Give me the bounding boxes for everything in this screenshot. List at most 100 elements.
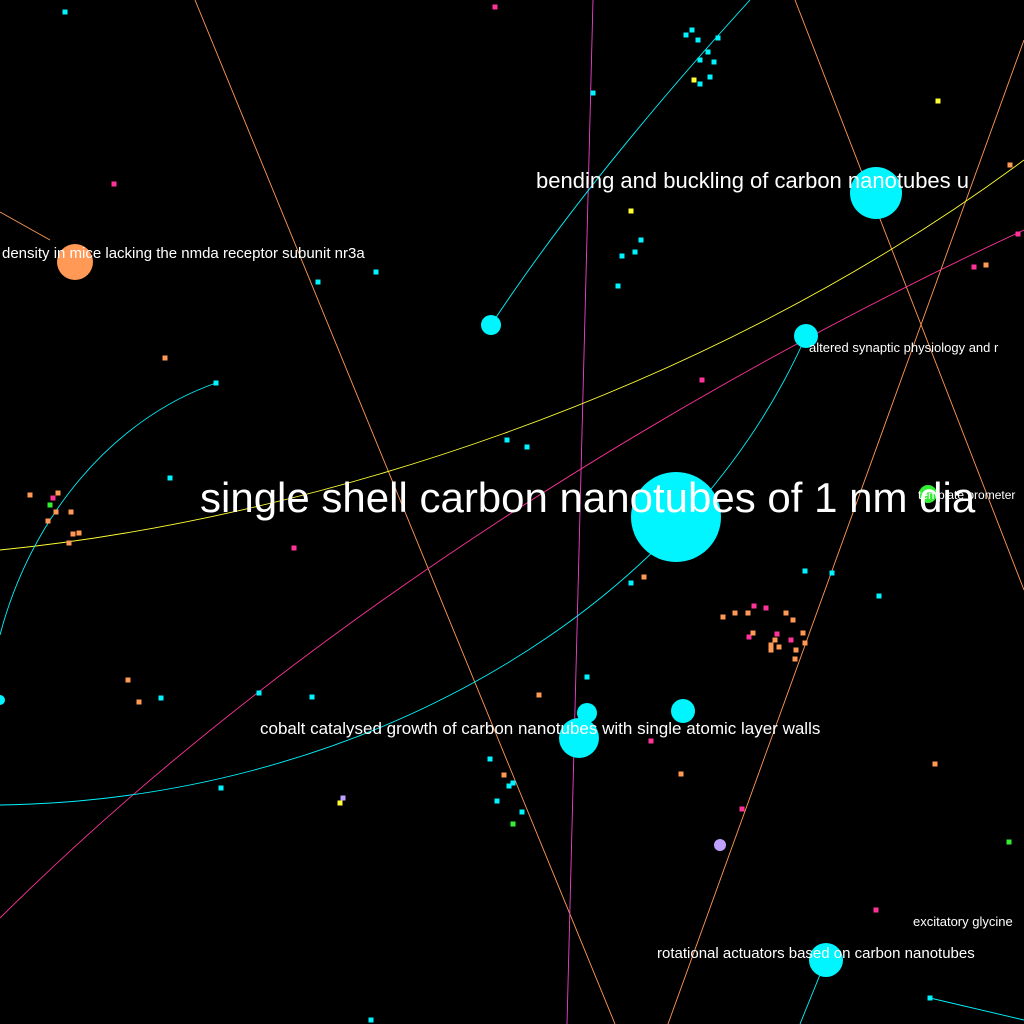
small-node[interactable] — [983, 262, 989, 268]
small-node[interactable] — [492, 4, 498, 10]
small-node[interactable] — [793, 647, 799, 653]
small-node[interactable] — [935, 98, 941, 104]
small-node[interactable] — [62, 9, 68, 15]
small-node[interactable] — [641, 574, 647, 580]
small-node[interactable] — [125, 677, 131, 683]
node-lavender[interactable] — [714, 839, 726, 851]
small-node[interactable] — [1006, 839, 1012, 845]
small-node[interactable] — [615, 283, 621, 289]
label-nmda-receptor[interactable]: density in mice lacking the nmda recepto… — [2, 245, 365, 262]
small-node[interactable] — [774, 631, 780, 637]
small-node[interactable] — [876, 593, 882, 599]
small-node[interactable] — [695, 37, 701, 43]
small-node[interactable] — [53, 509, 59, 515]
small-node[interactable] — [783, 610, 789, 616]
citation-network-graph[interactable]: single shell carbon nanotubes of 1 nm di… — [0, 0, 1024, 1024]
small-node[interactable] — [590, 90, 596, 96]
small-node[interactable] — [167, 475, 173, 481]
small-node[interactable] — [1007, 162, 1013, 168]
small-node[interactable] — [699, 377, 705, 383]
small-node[interactable] — [619, 253, 625, 259]
small-node[interactable] — [697, 81, 703, 87]
small-node[interactable] — [309, 694, 315, 700]
small-node[interactable] — [802, 640, 808, 646]
small-node[interactable] — [689, 27, 695, 33]
small-node[interactable] — [628, 580, 634, 586]
small-node[interactable] — [745, 610, 751, 616]
small-node[interactable] — [697, 57, 703, 63]
small-node[interactable] — [524, 444, 530, 450]
small-node[interactable] — [711, 59, 717, 65]
small-node[interactable] — [683, 32, 689, 38]
small-node[interactable] — [45, 518, 51, 524]
small-node[interactable] — [27, 492, 33, 498]
label-altered-synaptic[interactable]: altered synaptic physiology and r — [809, 340, 999, 355]
small-node[interactable] — [158, 695, 164, 701]
small-node[interactable] — [218, 785, 224, 791]
small-node[interactable] — [368, 1017, 374, 1023]
small-node[interactable] — [772, 637, 778, 643]
small-node[interactable] — [256, 690, 262, 696]
small-node[interactable] — [720, 614, 726, 620]
label-single-shell-nanotubes[interactable]: single shell carbon nanotubes of 1 nm di… — [200, 474, 976, 521]
small-node[interactable] — [768, 647, 774, 653]
small-node[interactable] — [66, 540, 72, 546]
small-node[interactable] — [763, 605, 769, 611]
label-excitatory-glycine[interactable]: excitatory glycine — [913, 914, 1013, 929]
small-node[interactable] — [927, 995, 933, 1001]
small-node[interactable] — [705, 49, 711, 55]
small-node[interactable] — [790, 617, 796, 623]
small-node[interactable] — [510, 821, 516, 827]
label-template[interactable]: template prometer — [918, 488, 1015, 502]
small-node[interactable] — [750, 630, 756, 636]
small-node[interactable] — [788, 637, 794, 643]
small-node[interactable] — [70, 531, 76, 537]
small-node[interactable] — [55, 490, 61, 496]
small-node[interactable] — [584, 674, 590, 680]
small-node[interactable] — [792, 656, 798, 662]
small-node[interactable] — [536, 692, 542, 698]
small-node[interactable] — [739, 806, 745, 812]
small-node[interactable] — [68, 509, 74, 515]
small-node[interactable] — [1015, 231, 1021, 237]
small-node[interactable] — [732, 610, 738, 616]
small-node[interactable] — [691, 77, 697, 83]
node-cyan-a[interactable] — [481, 315, 501, 335]
small-node[interactable] — [707, 74, 713, 80]
small-node[interactable] — [136, 699, 142, 705]
small-node[interactable] — [487, 756, 493, 762]
small-node[interactable] — [751, 603, 757, 609]
small-node[interactable] — [340, 795, 346, 801]
small-node[interactable] — [932, 761, 938, 767]
small-node[interactable] — [628, 208, 634, 214]
small-node[interactable] — [971, 264, 977, 270]
small-node[interactable] — [291, 545, 297, 551]
small-node[interactable] — [510, 780, 516, 786]
small-node[interactable] — [873, 907, 879, 913]
small-node[interactable] — [47, 502, 53, 508]
small-node[interactable] — [504, 437, 510, 443]
small-node[interactable] — [213, 380, 219, 386]
label-rotational-actuators[interactable]: rotational actuators based on carbon nan… — [657, 945, 975, 962]
small-node[interactable] — [337, 800, 343, 806]
small-node[interactable] — [802, 568, 808, 574]
small-node[interactable] — [111, 181, 117, 187]
label-bending-buckling[interactable]: bending and buckling of carbon nanotubes… — [536, 168, 969, 193]
small-node[interactable] — [776, 644, 782, 650]
small-node[interactable] — [76, 530, 82, 536]
small-node[interactable] — [315, 279, 321, 285]
small-node[interactable] — [501, 772, 507, 778]
small-node[interactable] — [829, 570, 835, 576]
small-node[interactable] — [494, 798, 500, 804]
small-node[interactable] — [638, 237, 644, 243]
small-node[interactable] — [162, 355, 168, 361]
label-cobalt-growth[interactable]: cobalt catalysed growth of carbon nanotu… — [260, 719, 820, 738]
small-node[interactable] — [678, 771, 684, 777]
small-node[interactable] — [519, 809, 525, 815]
small-node[interactable] — [50, 495, 56, 501]
small-node[interactable] — [632, 249, 638, 255]
small-node[interactable] — [648, 738, 654, 744]
small-node[interactable] — [373, 269, 379, 275]
small-node[interactable] — [768, 642, 774, 648]
small-node[interactable] — [800, 630, 806, 636]
